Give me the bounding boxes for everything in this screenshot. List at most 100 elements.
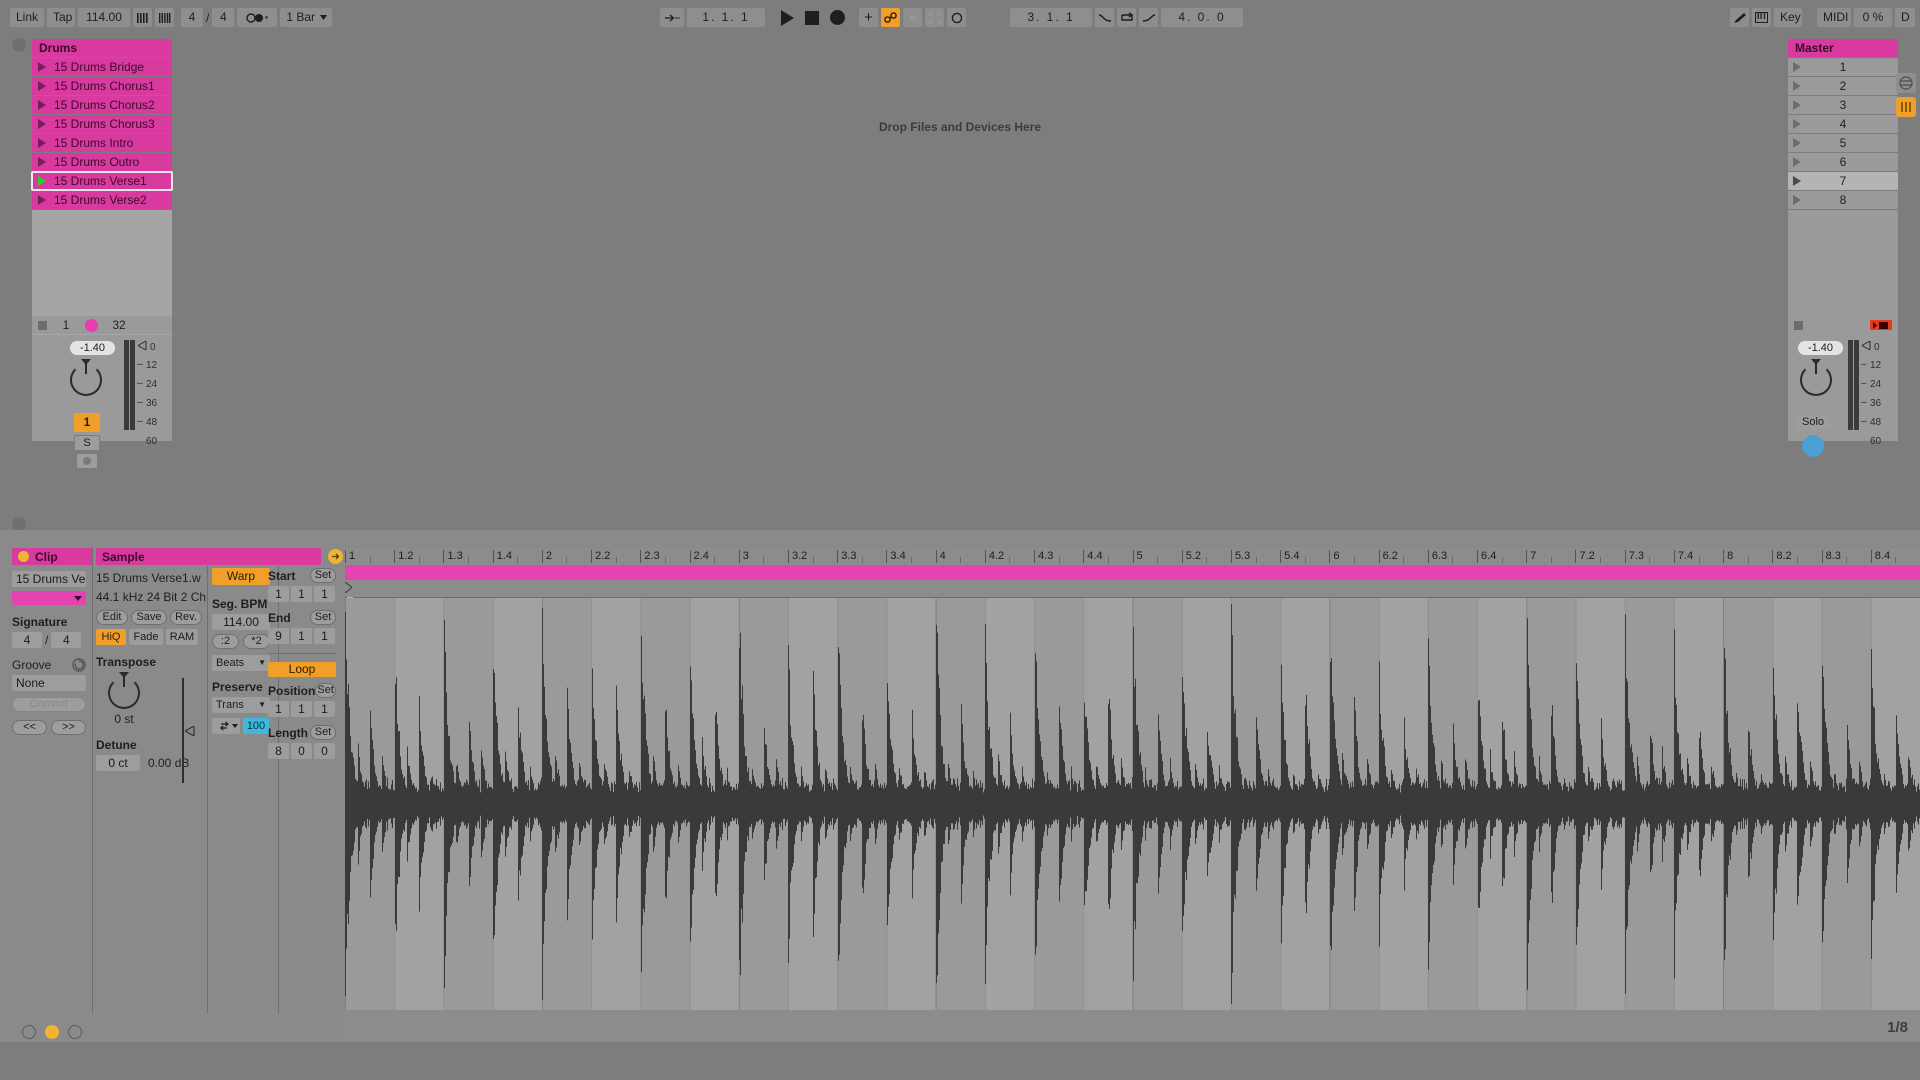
automation-arm-icon[interactable] <box>881 8 900 27</box>
fade-button[interactable]: Fade <box>129 629 163 645</box>
edit-sample-button[interactable]: Edit <box>96 610 128 625</box>
clip-name-field[interactable]: 15 Drums Ver <box>12 571 86 587</box>
session-record-dot[interactable] <box>85 319 98 332</box>
halve-bpm-button[interactable]: :2 <box>212 634 239 649</box>
tap-tempo-button[interactable]: Tap <box>47 8 75 27</box>
nudge-icon[interactable] <box>155 8 174 27</box>
position-set-button[interactable]: Set <box>315 683 336 698</box>
loop-start-field[interactable]: 3. 1. 1 <box>1010 8 1092 27</box>
scene-slot[interactable]: 4 <box>1788 115 1898 133</box>
loop-start-marker[interactable] <box>345 582 352 593</box>
master-volume-value[interactable]: -1.40 <box>1798 341 1843 355</box>
master-solo-button[interactable]: Solo <box>1796 415 1830 429</box>
stop-icon[interactable] <box>801 8 823 27</box>
scene-slot[interactable]: 8 <box>1788 191 1898 209</box>
clip-slot[interactable]: 15 Drums Intro <box>32 134 172 152</box>
clip-launch-icon[interactable] <box>38 138 46 148</box>
clip-region-bar[interactable] <box>345 565 1920 580</box>
quantization-menu[interactable]: 1 Bar <box>280 8 332 27</box>
draw-mode-icon[interactable] <box>1730 8 1749 27</box>
midi-map-button[interactable]: MIDI <box>1817 8 1851 27</box>
re-enable-automation-icon[interactable] <box>903 8 922 27</box>
session-view-selector[interactable] <box>12 38 26 52</box>
clip-activator-icon[interactable] <box>18 551 29 562</box>
modulation-tab-icon[interactable] <box>68 1025 82 1039</box>
ram-button[interactable]: RAM <box>166 629 198 645</box>
waveform-display[interactable] <box>345 598 1920 1010</box>
scene-slot[interactable]: 3 <box>1788 96 1898 114</box>
loop-length-field[interactable]: 4. 0. 0 <box>1161 8 1243 27</box>
warp-button[interactable]: Warp <box>212 568 270 585</box>
length-bars[interactable]: 8 <box>268 743 289 759</box>
position-beats[interactable]: 1 <box>291 701 312 717</box>
clip-slot[interactable]: 15 Drums Verse2 <box>32 191 172 209</box>
crossfader-knob[interactable] <box>1802 435 1824 457</box>
stop-all-clips-button[interactable] <box>1794 321 1803 330</box>
clip-launch-icon[interactable] <box>38 81 46 91</box>
play-icon[interactable] <box>776 8 798 27</box>
hiq-button[interactable]: HiQ <box>96 629 126 645</box>
clip-launch-icon[interactable] <box>38 195 46 205</box>
start-sixteenths[interactable]: 1 <box>314 586 335 602</box>
start-bars[interactable]: 1 <box>268 586 289 602</box>
session-record-icon[interactable] <box>947 8 966 27</box>
transient-loop-mode-icon[interactable] <box>212 718 240 734</box>
loop-toggle-button[interactable]: Loop <box>268 662 336 677</box>
clip-launch-icon[interactable] <box>38 119 46 129</box>
punch-in-icon[interactable] <box>1095 8 1114 27</box>
seg-bpm-field[interactable]: 114.00 <box>212 614 270 630</box>
arm-record-button[interactable] <box>77 454 97 468</box>
groove-hot-swap-icon[interactable] <box>72 658 86 672</box>
io-toggle[interactable] <box>12 517 26 531</box>
clip-slot[interactable]: 15 Drums Outro <box>32 153 172 171</box>
gain-handle-icon[interactable] <box>185 726 195 736</box>
tempo-field[interactable]: 114.00 <box>78 8 130 27</box>
follow-icon[interactable] <box>237 8 277 27</box>
time-signature-denominator[interactable]: 4 <box>212 8 234 27</box>
start-set-button[interactable]: Set <box>310 568 336 583</box>
end-beats[interactable]: 1 <box>291 628 312 644</box>
clip-slot[interactable]: 15 Drums Chorus3 <box>32 115 172 133</box>
start-beats[interactable]: 1 <box>291 586 312 602</box>
time-signature-numerator[interactable]: 4 <box>181 8 203 27</box>
position-bars[interactable]: 1 <box>268 701 289 717</box>
device-view-icon[interactable] <box>1896 97 1916 117</box>
next-clip-button[interactable]: >> <box>51 720 86 735</box>
signature-denominator[interactable]: 4 <box>51 632 81 648</box>
length-beats[interactable]: 0 <box>291 743 312 759</box>
signature-numerator[interactable]: 4 <box>12 632 42 648</box>
save-sample-button[interactable]: Save <box>131 610 167 625</box>
clip-tab-icon[interactable] <box>22 1025 36 1039</box>
clip-launch-icon[interactable] <box>38 100 46 110</box>
clip-play-icon[interactable] <box>38 176 46 186</box>
clip-slot[interactable]: 15 Drums Bridge <box>32 58 172 76</box>
position-sixteenths[interactable]: 1 <box>314 701 335 717</box>
clip-launch-icon[interactable] <box>38 157 46 167</box>
envelopes-tab-icon[interactable] <box>45 1025 59 1039</box>
track-name-drums[interactable]: Drums <box>32 39 172 57</box>
timeline-ruler[interactable]: 11.21.31.422.22.32.433.23.33.444.24.34.4… <box>345 548 1920 564</box>
length-set-button[interactable]: Set <box>310 725 336 740</box>
punch-out-icon[interactable] <box>1139 8 1158 27</box>
reverse-sample-button[interactable]: Rev. <box>170 610 202 625</box>
transpose-knob[interactable] <box>108 677 140 709</box>
capture-midi-icon[interactable]: + <box>859 8 878 27</box>
scene-slot[interactable]: 2 <box>1788 77 1898 95</box>
length-sixteenths[interactable]: 0 <box>314 743 335 759</box>
clip-slot[interactable]: 15 Drums Chorus2 <box>32 96 172 114</box>
clip-launch-icon[interactable] <box>38 62 46 72</box>
scene-slot[interactable]: 6 <box>1788 153 1898 171</box>
end-set-button[interactable]: Set <box>310 610 336 625</box>
loop-brace-lane[interactable] <box>345 581 1920 598</box>
end-sixteenths[interactable]: 1 <box>314 628 335 644</box>
commit-groove-button[interactable]: Commit <box>12 697 86 712</box>
loop-icon[interactable] <box>1117 8 1136 27</box>
previous-clip-button[interactable]: << <box>12 720 47 735</box>
preserve-selector[interactable]: Trans <box>212 697 270 713</box>
clip-color-chooser[interactable] <box>12 591 86 605</box>
computer-keyboard-icon[interactable] <box>1752 8 1771 27</box>
arrangement-record-icon[interactable] <box>660 8 684 27</box>
master-pan-knob[interactable] <box>1800 364 1832 396</box>
mixer-view-icon[interactable] <box>1896 73 1916 93</box>
scene-slot-selected[interactable]: 7 <box>1788 172 1898 190</box>
